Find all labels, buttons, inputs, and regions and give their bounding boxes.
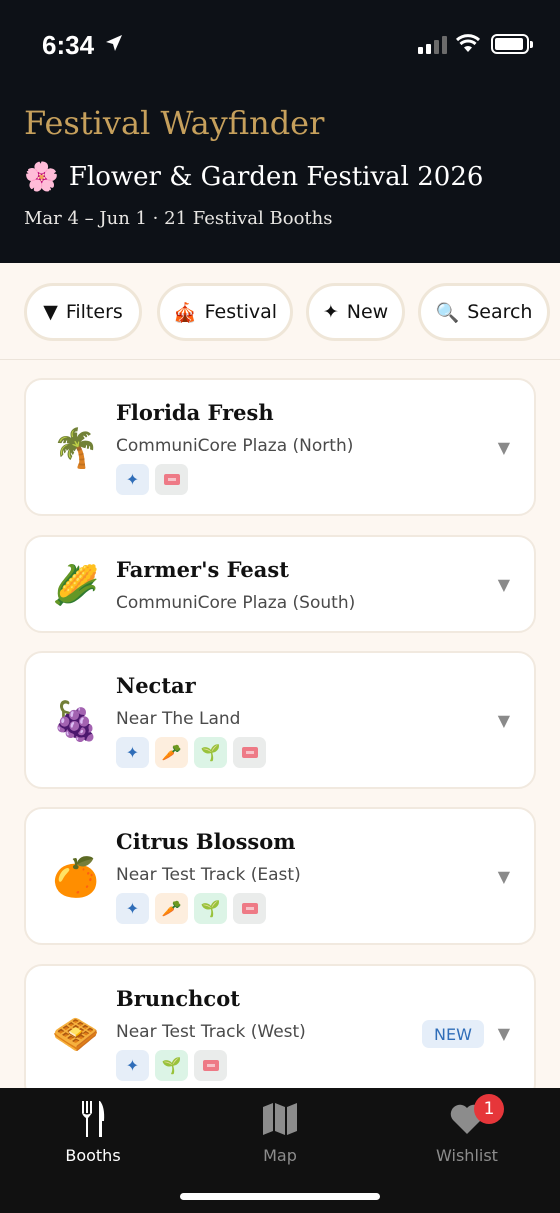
- app-title: Festival Wayfinder: [24, 104, 325, 142]
- cellular-signal-icon: [418, 36, 447, 54]
- battery-icon: [491, 34, 533, 54]
- seedling-icon: 🌱: [194, 737, 227, 768]
- booth-list: 🌴 Florida Fresh CommuniCore Plaza (North…: [0, 360, 560, 1088]
- tab-map[interactable]: Map: [205, 1098, 355, 1165]
- booth-card-brunchcot[interactable]: 🧇 Brunchcot Near Test Track (West) ✦ 🌱 N…: [24, 964, 536, 1088]
- ticket-icon: [194, 1050, 227, 1081]
- palm-tree-icon: 🌴: [52, 426, 100, 470]
- booth-location: CommuniCore Plaza (South): [116, 593, 356, 613]
- booth-card-nectar[interactable]: 🍇 Nectar Near The Land ✦ 🥕 🌱 ▼: [24, 651, 536, 789]
- new-item-icon: ✦: [116, 464, 149, 495]
- ticket-icon: [233, 737, 266, 768]
- booth-name: Farmer's Feast: [116, 557, 289, 582]
- booth-card-farmers-feast[interactable]: 🌽 Farmer's Feast CommuniCore Plaza (Sout…: [24, 535, 536, 633]
- new-filter-button[interactable]: ✦ New: [306, 283, 405, 341]
- new-item-icon: ✦: [116, 737, 149, 768]
- search-icon: 🔍: [435, 301, 460, 324]
- booth-location: Near Test Track (West): [116, 1022, 306, 1042]
- chevron-down-icon[interactable]: ▼: [498, 711, 510, 730]
- filter-bar: ▼ Filters 🎪 Festival ✦ New 🔍 Search: [0, 263, 560, 360]
- booth-location: Near Test Track (East): [116, 865, 301, 885]
- wishlist-count-badge: 1: [474, 1094, 504, 1124]
- booth-tags: ✦ 🥕 🌱: [116, 893, 266, 924]
- fork-knife-icon: [82, 1101, 105, 1137]
- festival-name: 🌸 Flower & Garden Festival 2026: [24, 160, 483, 193]
- new-item-icon: ✦: [116, 893, 149, 924]
- orange-icon: 🍊: [52, 855, 100, 899]
- circus-tent-icon: 🎪: [172, 301, 197, 324]
- tab-booths-label: Booths: [65, 1146, 121, 1165]
- chevron-down-icon[interactable]: ▼: [498, 575, 510, 594]
- chevron-down-icon[interactable]: ▼: [498, 438, 510, 457]
- chevron-down-icon[interactable]: ▼: [498, 1024, 510, 1043]
- booth-card-florida-fresh[interactable]: 🌴 Florida Fresh CommuniCore Plaza (North…: [24, 378, 536, 516]
- location-arrow-icon: [106, 35, 122, 51]
- tab-map-label: Map: [263, 1146, 297, 1165]
- festival-name-text: Flower & Garden Festival 2026: [68, 161, 484, 192]
- carrot-icon: 🥕: [155, 893, 188, 924]
- filter-triangle-icon: ▼: [43, 301, 58, 323]
- new-filter-label: New: [346, 301, 389, 323]
- filters-label: Filters: [65, 301, 123, 323]
- status-bar: 6:34: [0, 0, 560, 90]
- ticket-icon: [233, 893, 266, 924]
- ticket-icon: [155, 464, 188, 495]
- seedling-icon: 🌱: [155, 1050, 188, 1081]
- booth-location: Near The Land: [116, 709, 241, 729]
- booth-tags: ✦ 🌱: [116, 1050, 227, 1081]
- tab-wishlist[interactable]: 1 Wishlist: [392, 1094, 542, 1165]
- corn-icon: 🌽: [52, 563, 100, 607]
- festival-label: Festival: [204, 301, 278, 323]
- booth-name: Florida Fresh: [116, 400, 274, 425]
- sparkle-icon: ✦: [322, 301, 339, 323]
- booth-tags: ✦ 🥕 🌱: [116, 737, 266, 768]
- app-header: 6:34 Festival Wayfinder 🌸 Flower & Garde…: [0, 0, 560, 263]
- waffle-icon: 🧇: [52, 1012, 100, 1056]
- seedling-icon: 🌱: [194, 893, 227, 924]
- grapes-icon: 🍇: [52, 699, 100, 743]
- map-icon: [263, 1103, 297, 1135]
- booth-name: Brunchcot: [116, 986, 240, 1011]
- search-button[interactable]: 🔍 Search: [418, 283, 550, 341]
- flower-icon: 🌸: [24, 160, 59, 193]
- tab-wishlist-label: Wishlist: [436, 1146, 498, 1165]
- booth-card-citrus-blossom[interactable]: 🍊 Citrus Blossom Near Test Track (East) …: [24, 807, 536, 945]
- tab-booths[interactable]: Booths: [18, 1098, 168, 1165]
- booth-tags: ✦: [116, 464, 188, 495]
- search-label: Search: [467, 301, 533, 323]
- new-item-icon: ✦: [116, 1050, 149, 1081]
- status-time: 6:34: [42, 30, 95, 60]
- new-badge: NEW: [422, 1020, 484, 1048]
- booth-name: Citrus Blossom: [116, 829, 296, 854]
- booth-location: CommuniCore Plaza (North): [116, 436, 354, 456]
- wifi-icon: [455, 34, 481, 52]
- home-indicator[interactable]: [180, 1193, 380, 1200]
- booth-name: Nectar: [116, 673, 196, 698]
- carrot-icon: 🥕: [155, 737, 188, 768]
- festival-button[interactable]: 🎪 Festival: [157, 283, 293, 341]
- festival-subtitle: Mar 4 – Jun 1 · 21 Festival Booths: [24, 208, 333, 229]
- filters-button[interactable]: ▼ Filters: [24, 283, 142, 341]
- chevron-down-icon[interactable]: ▼: [498, 867, 510, 886]
